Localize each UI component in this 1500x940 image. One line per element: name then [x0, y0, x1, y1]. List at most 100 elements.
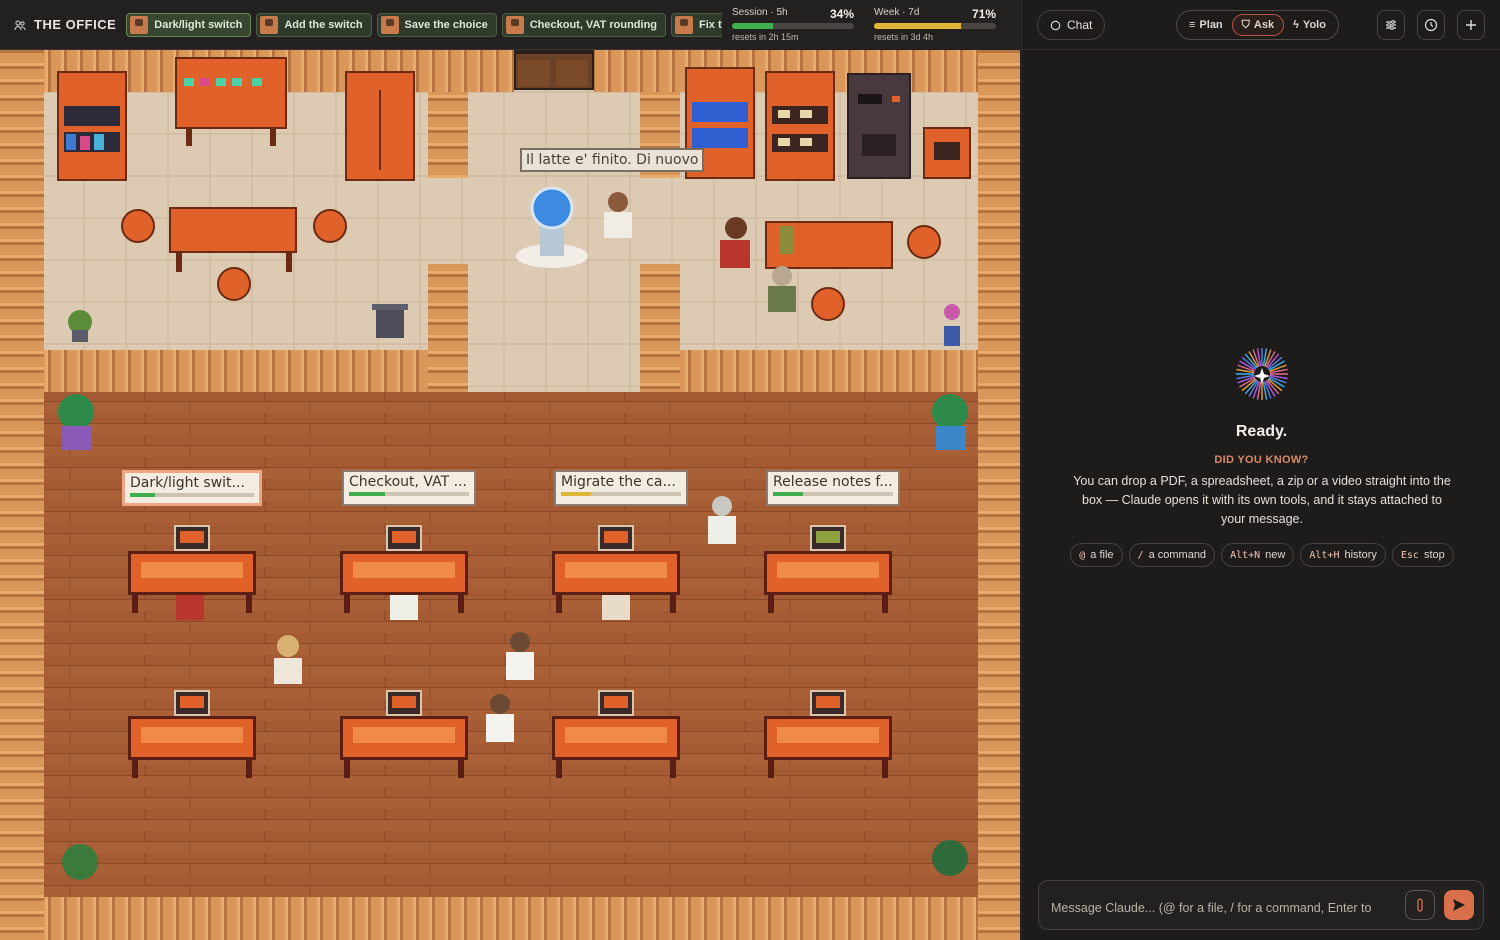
tab-dark-light-switch[interactable]: Dark/light switch	[126, 12, 252, 37]
sliders-icon	[1386, 20, 1396, 30]
desk-task-text: Checkout, VAT ...	[349, 474, 467, 490]
chat-label: Chat	[1067, 18, 1093, 32]
tab-label: Add the switch	[284, 18, 363, 31]
week-meter: Week · 7d 71% resets in 3d 4h	[864, 0, 1006, 50]
mode-switcher: ≡ Plan ⛉ Ask ϟ Yolo	[1176, 10, 1339, 40]
session-bar	[732, 23, 854, 29]
wardrobe	[345, 71, 415, 181]
mode-plan[interactable]: ≡ Plan	[1180, 14, 1232, 36]
desk-task-text: Dark/light swit...	[130, 475, 245, 491]
session-bar-fill	[732, 23, 774, 29]
session-label: Session · 5h	[732, 7, 788, 18]
microwave	[923, 127, 971, 179]
desk[interactable]	[340, 690, 468, 780]
app-title: THE OFFICE	[34, 17, 117, 32]
session-reset: resets in 2h 15m	[732, 32, 799, 42]
desk-monitor	[598, 690, 634, 716]
lounge-bench	[765, 221, 893, 269]
shortcut-label: a file	[1090, 549, 1114, 561]
tab-label: Checkout, VAT rounding	[529, 18, 658, 31]
app-brand: THE OFFICE	[0, 17, 126, 32]
shortcut-chip: @ a file	[1070, 543, 1123, 567]
tab-add-the-switch[interactable]: Add the switch	[256, 12, 372, 37]
agent-avatar-icon	[380, 15, 399, 34]
shortcut-key: /	[1137, 549, 1144, 561]
agent-avatar-icon	[130, 15, 149, 34]
week-reset: resets in 3d 4h	[874, 32, 934, 42]
desk[interactable]	[552, 690, 680, 780]
desk-task-label[interactable]: Checkout, VAT ...	[342, 470, 476, 506]
desk-progress-bar	[130, 493, 254, 497]
bolt-icon: ϟ	[1293, 19, 1299, 31]
desk-surface	[340, 551, 468, 595]
chat-bubble-icon	[1050, 20, 1061, 30]
desk[interactable]	[764, 690, 892, 780]
desk-progress-bar	[349, 492, 469, 496]
bookshelf	[57, 71, 127, 181]
agent-avatar-icon	[505, 15, 524, 34]
usage-meters: Session · 5h 34% resets in 2h 15m Week · …	[722, 0, 1020, 50]
office-game-view[interactable]: Dark/light swit... Checkout, VAT ... Migra…	[0, 50, 1020, 940]
desk-monitor	[174, 690, 210, 716]
desk-task-text: Release notes f...	[773, 474, 893, 490]
shortcut-chip: Alt+N new	[1221, 543, 1295, 567]
desk[interactable]	[552, 525, 680, 615]
mode-label: Yolo	[1302, 19, 1326, 31]
desk[interactable]	[128, 690, 256, 780]
desk-surface	[340, 716, 468, 760]
session-percent: 34%	[829, 7, 854, 21]
shortcut-chip: Alt+H history	[1300, 543, 1386, 567]
tip-heading: DID YOU KNOW?	[1214, 454, 1309, 466]
history-button[interactable]	[1417, 10, 1445, 40]
week-percent: 71%	[971, 7, 996, 21]
sparkle-logo-icon	[1236, 348, 1288, 400]
plant-icon	[62, 844, 98, 880]
shortcut-key: Alt+H	[1309, 549, 1340, 561]
agent-avatar-icon	[675, 15, 694, 34]
plus-icon	[1466, 20, 1476, 30]
desk-progress-fill	[130, 493, 155, 497]
message-composer[interactable]: Message Claude... (@ for a file, / for a…	[1038, 880, 1484, 930]
desk-surface	[128, 716, 256, 760]
desk-progress-fill	[349, 492, 385, 496]
desk-monitor	[598, 525, 634, 551]
mode-yolo[interactable]: ϟ Yolo	[1284, 14, 1335, 36]
desk-task-label[interactable]: Dark/light swit...	[122, 470, 262, 506]
week-label: Week · 7d	[874, 7, 920, 18]
tab-label: Dark/light switch	[154, 18, 243, 31]
week-bar	[874, 23, 996, 29]
desk-progress-fill	[561, 492, 591, 496]
mode-label: Plan	[1199, 19, 1223, 31]
desk[interactable]	[764, 525, 892, 615]
desk-task-label[interactable]: Release notes f...	[766, 470, 900, 506]
attach-button[interactable]	[1405, 890, 1435, 920]
desk[interactable]	[128, 525, 256, 615]
tab-checkout-vat[interactable]: Checkout, VAT rounding	[501, 12, 667, 37]
tip-text: You can drop a PDF, a spreadsheet, a zip…	[1073, 474, 1451, 526]
trash-bin	[372, 304, 408, 338]
message-input[interactable]: Message Claude... (@ for a file, / for a…	[1051, 901, 1387, 915]
shortcut-chip: / a command	[1128, 543, 1216, 567]
agent-avatar-icon	[260, 15, 279, 34]
speech-bubble: Il latte e' finito. Di nuovo	[520, 148, 705, 172]
settings-sliders-button[interactable]	[1377, 10, 1405, 40]
panel-header: Chat ≡ Plan ⛉ Ask ϟ Yolo	[1022, 0, 1500, 50]
mode-ask[interactable]: ⛉ Ask	[1231, 14, 1285, 36]
chat-button[interactable]: Chat	[1037, 10, 1106, 40]
desk-surface	[764, 716, 892, 760]
list-icon: ≡	[1189, 19, 1196, 31]
desk-task-label[interactable]: Migrate the ca...	[554, 470, 688, 506]
desk-task-text: Migrate the ca...	[561, 474, 676, 490]
desk-progress-bar	[773, 492, 893, 496]
shortcut-label: a command	[1148, 549, 1207, 561]
desk[interactable]	[340, 525, 468, 615]
send-button[interactable]	[1444, 890, 1474, 920]
coffee-machine	[847, 73, 911, 179]
shortcut-key: @	[1079, 549, 1086, 561]
desk-surface	[128, 551, 256, 595]
desk-monitor	[174, 525, 210, 551]
tab-save-the-choice[interactable]: Save the choice	[376, 12, 497, 37]
clock-icon	[1424, 18, 1438, 32]
shield-icon: ⛉	[1241, 18, 1250, 31]
new-chat-button[interactable]	[1457, 10, 1485, 40]
